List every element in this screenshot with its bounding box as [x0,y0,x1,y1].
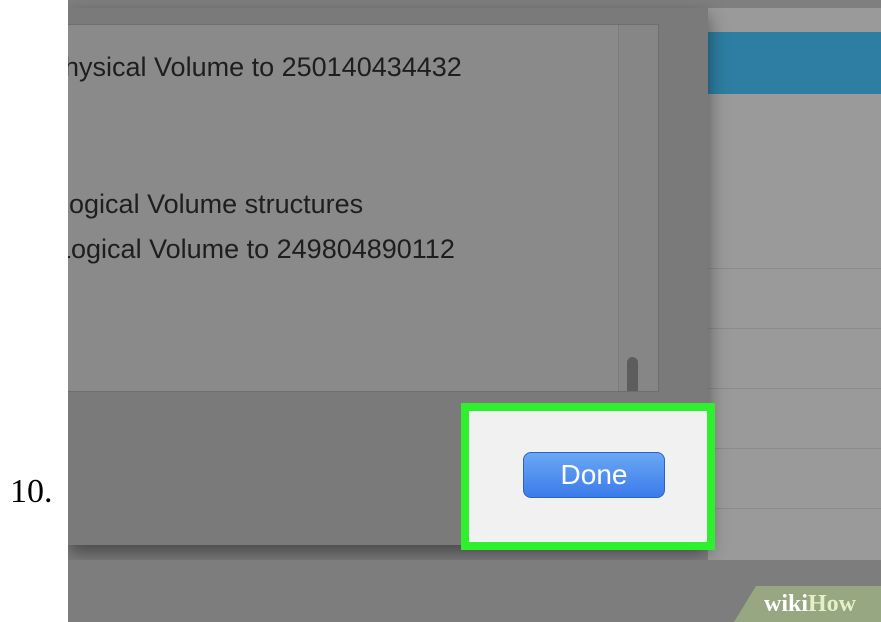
background-row-divider [708,508,881,509]
log-line: Physical Volume to 250140434432 [68,52,462,82]
watermark-text-how: How [808,591,857,617]
background-row-divider [708,388,881,389]
step-number: 10. [10,473,53,510]
wikihow-watermark: wikiHow [734,586,881,622]
screenshot-frame: Physical Volume to 250140434432 e Logica… [68,0,881,622]
background-row-divider [708,328,881,329]
log-line: Logical Volume to 249804890112 [68,234,455,264]
background-header-bar [708,32,881,94]
log-output-area[interactable]: Physical Volume to 250140434432 e Logica… [68,24,659,392]
background-row-divider [708,448,881,449]
done-button-highlight: Done [461,403,715,550]
log-scrollbar[interactable] [618,25,658,391]
background-window [708,8,881,568]
done-button[interactable]: Done [523,452,665,498]
scrollbar-thumb[interactable] [627,357,638,391]
background-row-divider [708,268,881,269]
log-line: Logical Volume structures [68,189,364,219]
watermark-text-wiki: wiki [764,591,809,617]
